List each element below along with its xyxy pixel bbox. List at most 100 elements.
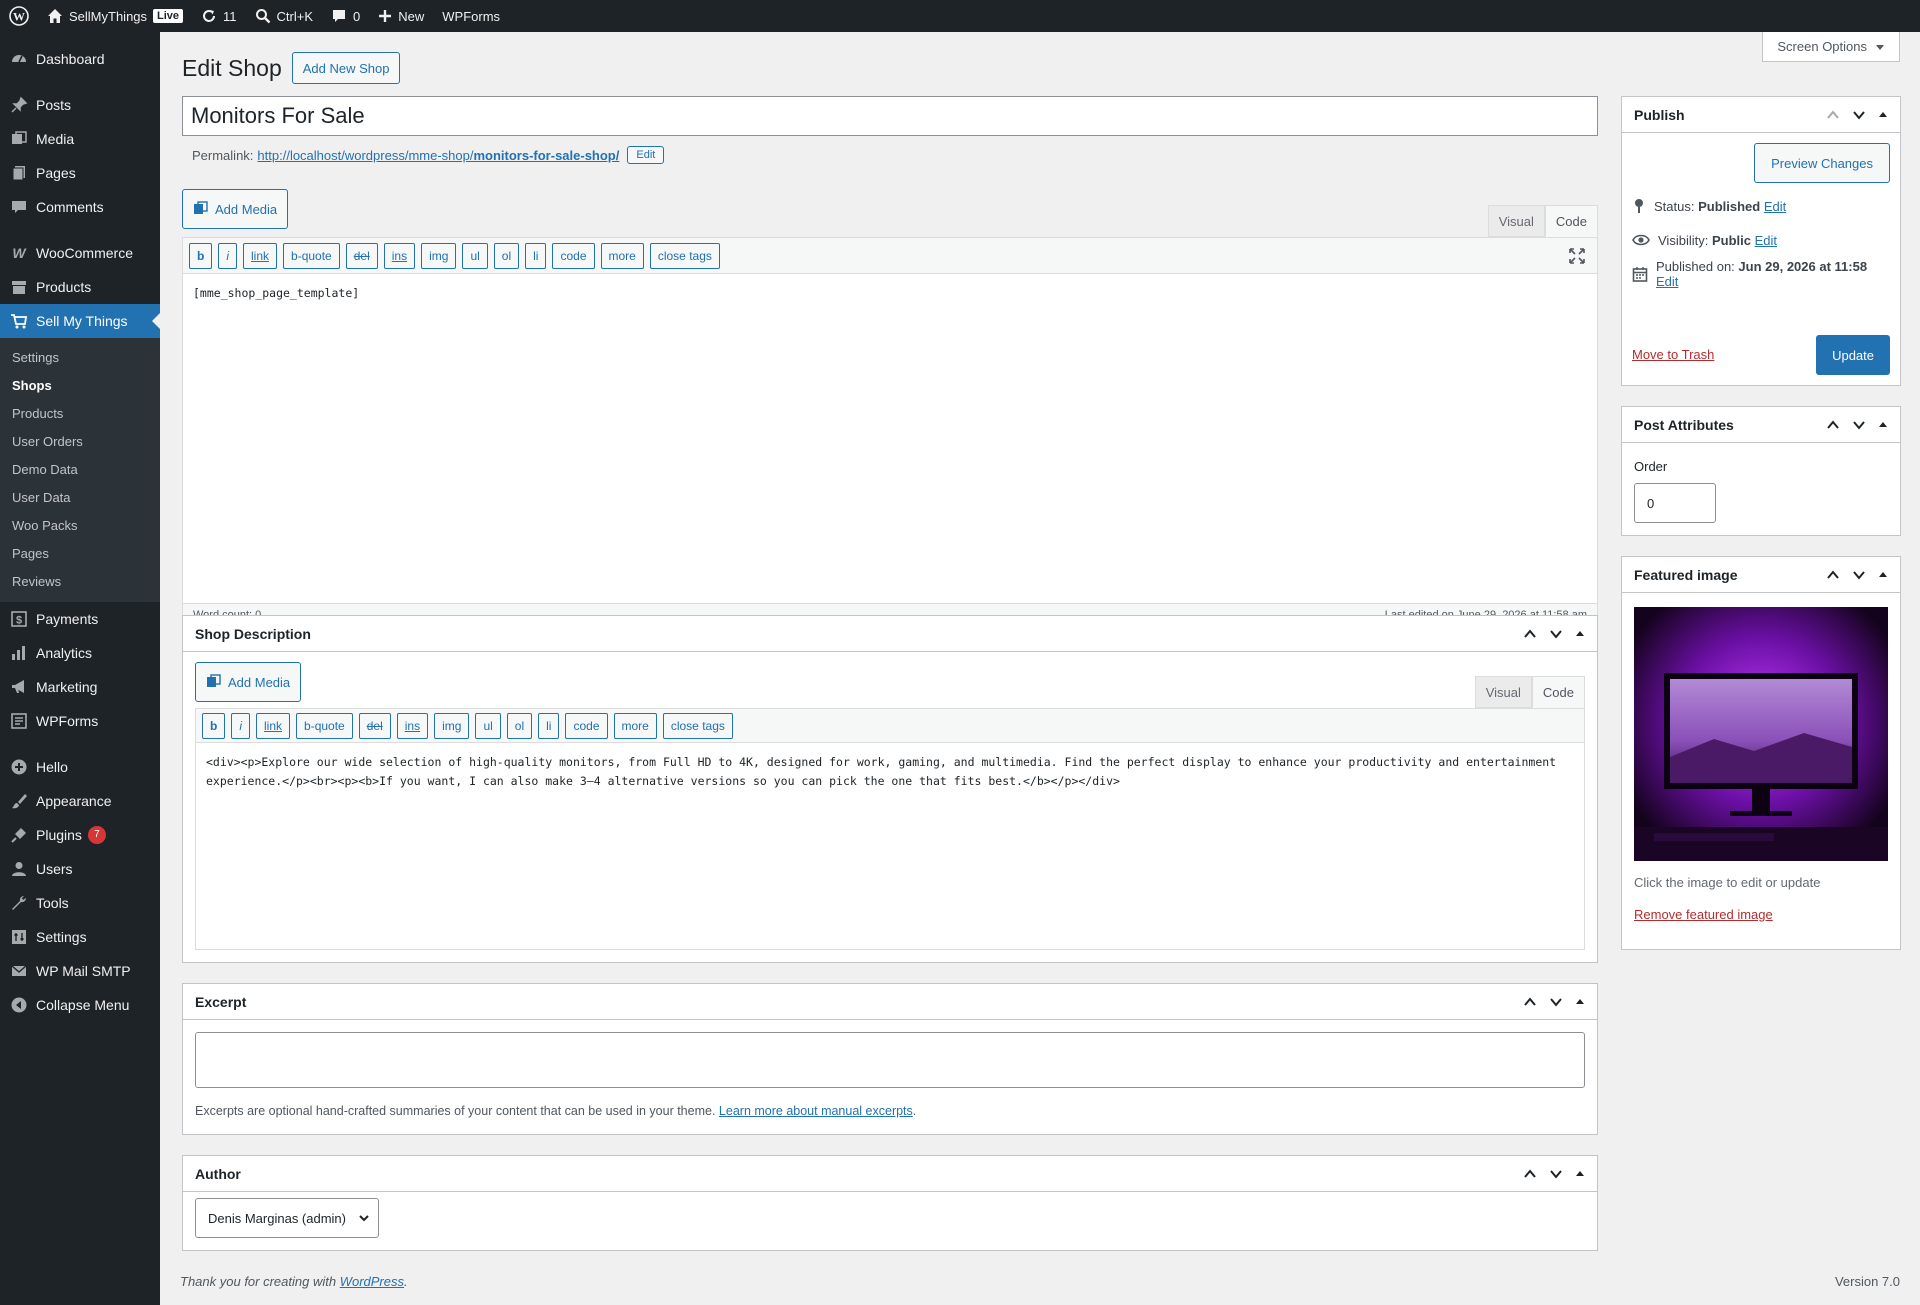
- menu-settings[interactable]: Settings: [0, 920, 160, 954]
- qt-img-button[interactable]: img: [421, 242, 457, 269]
- wordpress-logo-icon[interactable]: W: [0, 0, 38, 32]
- qt-link-button[interactable]: link: [243, 242, 278, 269]
- submenu-reviews[interactable]: Reviews: [0, 568, 160, 596]
- menu-sell-my-things[interactable]: Sell My Things: [0, 304, 160, 338]
- add-media-button[interactable]: Add Media: [182, 189, 289, 229]
- published-edit-link[interactable]: Edit: [1656, 274, 1678, 289]
- fullscreen-icon[interactable]: [1569, 247, 1585, 264]
- menu-media[interactable]: Media: [0, 122, 160, 156]
- tab-code[interactable]: Code: [1544, 205, 1598, 237]
- move-down-icon[interactable]: [1549, 1167, 1563, 1181]
- author-select[interactable]: Denis Marginas (admin): [195, 1198, 379, 1238]
- move-up-icon[interactable]: [1523, 627, 1537, 641]
- move-up-icon[interactable]: [1826, 418, 1840, 432]
- submenu-shops[interactable]: Shops: [0, 372, 160, 400]
- qt-ul-button[interactable]: ul: [462, 242, 488, 269]
- menu-collapse[interactable]: Collapse Menu: [0, 988, 160, 1022]
- tab-visual[interactable]: Visual: [1487, 205, 1545, 237]
- qt-img-button[interactable]: img: [434, 712, 470, 739]
- screen-options-button[interactable]: Screen Options: [1762, 32, 1900, 62]
- qt-more-button[interactable]: more: [613, 712, 657, 739]
- menu-pages[interactable]: Pages: [0, 156, 160, 190]
- featured-image-thumbnail[interactable]: [1634, 607, 1888, 861]
- toggle-panel-icon[interactable]: [1575, 997, 1585, 1007]
- order-input[interactable]: 0: [1634, 483, 1716, 523]
- add-new-shop-button[interactable]: Add New Shop: [291, 52, 401, 84]
- move-down-icon[interactable]: [1549, 627, 1563, 641]
- menu-posts[interactable]: Posts: [0, 88, 160, 122]
- new-content-link[interactable]: New: [369, 0, 433, 32]
- move-up-icon[interactable]: [1826, 568, 1840, 582]
- preview-changes-button[interactable]: Preview Changes: [1754, 143, 1890, 183]
- qt-bquote-button[interactable]: b-quote: [283, 242, 340, 269]
- menu-plugins[interactable]: Plugins 7: [0, 818, 160, 852]
- submenu-products[interactable]: Products: [0, 400, 160, 428]
- move-up-icon[interactable]: [1826, 108, 1840, 122]
- comments-link[interactable]: 0: [322, 0, 369, 32]
- submenu-settings[interactable]: Settings: [0, 344, 160, 372]
- qt-del-button[interactable]: del: [345, 242, 378, 269]
- visibility-edit-link[interactable]: Edit: [1755, 233, 1777, 248]
- permalink-link[interactable]: http://localhost/wordpress/mme-shop/moni…: [257, 148, 619, 163]
- menu-users[interactable]: Users: [0, 852, 160, 886]
- submenu-pages[interactable]: Pages: [0, 540, 160, 568]
- qt-ul-button[interactable]: ul: [475, 712, 501, 739]
- toggle-panel-icon[interactable]: [1878, 570, 1888, 580]
- move-down-icon[interactable]: [1852, 108, 1866, 122]
- qt-del-button[interactable]: del: [358, 712, 391, 739]
- qt-bold-button[interactable]: b: [189, 242, 213, 269]
- qt-ins-button[interactable]: ins: [383, 242, 416, 269]
- excerpt-textarea[interactable]: [195, 1032, 1585, 1088]
- menu-woocommerce[interactable]: W WooCommerce: [0, 236, 160, 270]
- qt-close-tags-button[interactable]: close tags: [662, 712, 733, 739]
- move-up-icon[interactable]: [1523, 995, 1537, 1009]
- shop-desc-tab-visual[interactable]: Visual: [1474, 676, 1532, 708]
- move-down-icon[interactable]: [1852, 568, 1866, 582]
- qt-italic-button[interactable]: i: [218, 242, 238, 269]
- shop-description-textarea[interactable]: <div><p>Explore our wide selection of hi…: [196, 743, 1584, 949]
- submenu-woo-packs[interactable]: Woo Packs: [0, 512, 160, 540]
- move-up-icon[interactable]: [1523, 1167, 1537, 1181]
- permalink-edit-button[interactable]: Edit: [627, 146, 665, 164]
- post-title-input[interactable]: Monitors For Sale: [182, 96, 1598, 136]
- qt-ins-button[interactable]: ins: [396, 712, 429, 739]
- menu-wpforms[interactable]: WPForms: [0, 704, 160, 738]
- toggle-panel-icon[interactable]: [1878, 110, 1888, 120]
- update-button[interactable]: Update: [1816, 335, 1890, 375]
- move-to-trash-link[interactable]: Move to Trash: [1632, 347, 1714, 362]
- menu-hello[interactable]: Hello: [0, 750, 160, 784]
- remove-featured-image-link[interactable]: Remove featured image: [1634, 907, 1773, 922]
- qt-code-button[interactable]: code: [552, 242, 595, 269]
- qt-close-tags-button[interactable]: close tags: [649, 242, 720, 269]
- menu-tools[interactable]: Tools: [0, 886, 160, 920]
- excerpt-learn-more-link[interactable]: Learn more about manual excerpts: [719, 1104, 913, 1118]
- qt-bold-button[interactable]: b: [202, 712, 226, 739]
- qt-bquote-button[interactable]: b-quote: [296, 712, 353, 739]
- qt-more-button[interactable]: more: [600, 242, 644, 269]
- menu-marketing[interactable]: Marketing: [0, 670, 160, 704]
- submenu-user-orders[interactable]: User Orders: [0, 428, 160, 456]
- submenu-user-data[interactable]: User Data: [0, 484, 160, 512]
- site-name-link[interactable]: SellMyThings Live: [38, 0, 192, 32]
- toggle-panel-icon[interactable]: [1575, 1169, 1585, 1179]
- menu-dashboard[interactable]: Dashboard: [0, 42, 160, 76]
- qt-ol-button[interactable]: ol: [493, 242, 520, 269]
- qt-li-button[interactable]: li: [525, 242, 547, 269]
- qt-italic-button[interactable]: i: [231, 712, 251, 739]
- menu-analytics[interactable]: Analytics: [0, 636, 160, 670]
- toggle-panel-icon[interactable]: [1878, 420, 1888, 430]
- search-link[interactable]: Ctrl+K: [246, 0, 322, 32]
- shop-desc-tab-code[interactable]: Code: [1531, 676, 1585, 708]
- menu-comments[interactable]: Comments: [0, 190, 160, 224]
- qt-code-button[interactable]: code: [565, 712, 608, 739]
- qt-link-button[interactable]: link: [256, 712, 291, 739]
- footer-wordpress-link[interactable]: WordPress: [340, 1274, 404, 1289]
- menu-appearance[interactable]: Appearance: [0, 784, 160, 818]
- toggle-panel-icon[interactable]: [1575, 629, 1585, 639]
- move-down-icon[interactable]: [1852, 418, 1866, 432]
- updates-link[interactable]: 11: [192, 0, 246, 32]
- menu-payments[interactable]: $ Payments: [0, 602, 160, 636]
- content-textarea[interactable]: [mme_shop_page_template]: [183, 274, 1597, 572]
- submenu-demo-data[interactable]: Demo Data: [0, 456, 160, 484]
- move-down-icon[interactable]: [1549, 995, 1563, 1009]
